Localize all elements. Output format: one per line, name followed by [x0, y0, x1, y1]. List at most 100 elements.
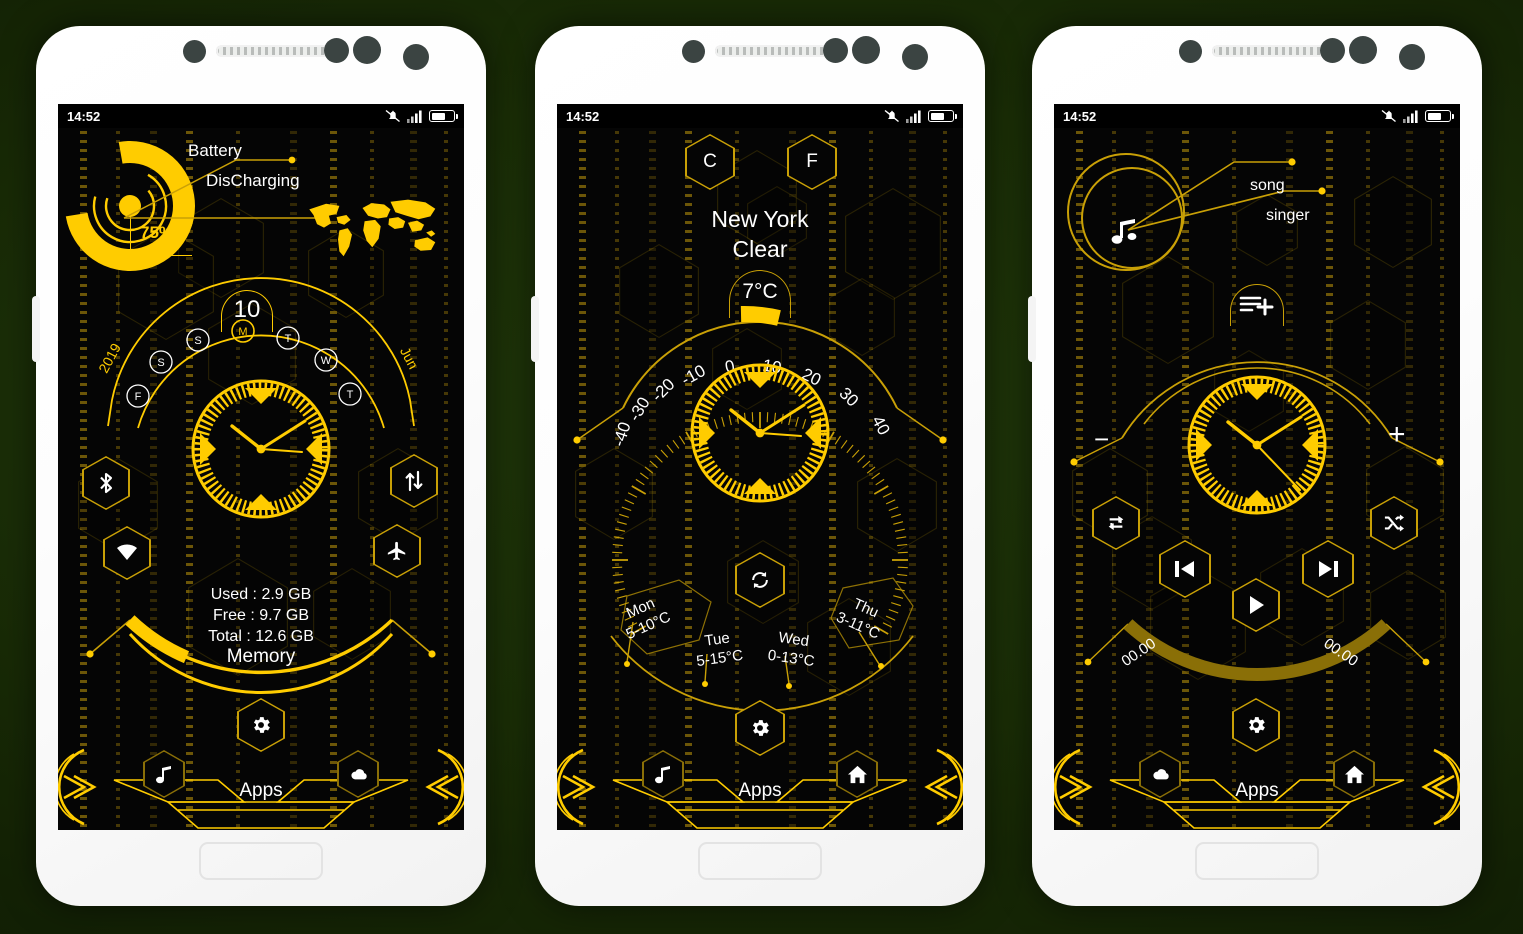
led-indicator-icon	[403, 44, 429, 70]
memory-free: Free : 9.7 GB	[212, 607, 310, 624]
led-indicator-icon	[1399, 44, 1425, 70]
gear-icon	[1248, 717, 1265, 733]
weather-shortcut[interactable]	[337, 750, 379, 798]
cloud-icon	[1153, 769, 1169, 780]
memory-label: Memory	[226, 646, 296, 667]
dock-right-arrow[interactable]	[1414, 768, 1454, 806]
mute-bell-icon	[884, 109, 899, 123]
skip-next-icon	[1319, 561, 1338, 577]
status-bar-2: 14:52	[557, 104, 963, 128]
gear-icon	[253, 717, 270, 733]
repeat-button[interactable]	[1092, 496, 1140, 550]
wifi-icon	[117, 544, 137, 560]
phone-side-button[interactable]	[32, 296, 40, 362]
phone-music: 14:52 song singer − + 00.00 00.00 Apps	[1028, 26, 1482, 906]
svg-text:W: W	[321, 355, 332, 367]
earpiece-speaker	[216, 45, 330, 57]
wallpaper-showcase: 14:52 75% Battery DisCharging 10 2019 Ju…	[0, 0, 1523, 934]
apps-label[interactable]: Apps	[1235, 780, 1278, 802]
svg-text:M: M	[238, 326, 247, 338]
home-canvas-3: song singer − + 00.00 00.00 Apps	[1054, 128, 1460, 830]
phone-side-button[interactable]	[1028, 296, 1036, 362]
proximity-sensor-icon	[823, 38, 848, 63]
airplane-toggle[interactable]	[373, 524, 421, 578]
battery-icon	[1425, 110, 1454, 122]
apps-label[interactable]: Apps	[738, 780, 781, 802]
music-note-icon	[155, 765, 171, 783]
bluetooth-icon	[100, 472, 113, 494]
forecast-day-1: Tue 5-15°C	[693, 627, 745, 671]
bluetooth-toggle[interactable]	[82, 456, 130, 510]
proximity-sensor-icon	[1320, 38, 1345, 63]
screen-2: 14:52 C F New York Clear 7°C -40 -30 -20…	[557, 104, 963, 830]
song-title: song	[1250, 177, 1285, 194]
front-camera-icon	[183, 40, 206, 63]
svg-text:S: S	[157, 357, 164, 369]
status-time: 14:52	[566, 108, 600, 124]
skip-previous-icon	[1175, 561, 1194, 577]
now-playing-callouts	[1127, 158, 1326, 231]
play-icon	[1250, 596, 1264, 614]
cloud-icon	[351, 769, 367, 780]
shuffle-button[interactable]	[1370, 496, 1418, 550]
refresh-icon	[752, 571, 768, 589]
gear-icon	[752, 720, 769, 736]
world-map	[309, 199, 436, 257]
svg-text:T: T	[347, 389, 354, 401]
phone-side-button[interactable]	[531, 296, 539, 362]
battery-label: Battery	[188, 141, 242, 160]
unit-celsius-label: C	[703, 151, 717, 172]
light-sensor-icon	[353, 36, 381, 64]
data-toggle[interactable]	[390, 454, 438, 508]
analog-clock[interactable]	[1182, 370, 1332, 520]
unit-fahrenheit-label: F	[806, 151, 818, 172]
unit-fahrenheit-button[interactable]: F	[787, 134, 837, 190]
analog-clock[interactable]	[186, 374, 336, 524]
memory-used: Used : 2.9 GB	[210, 586, 312, 603]
weather-shortcut[interactable]	[1139, 750, 1181, 798]
light-sensor-icon	[1349, 36, 1377, 64]
music-shortcut[interactable]	[642, 750, 684, 798]
phone-weather: 14:52 C F New York Clear 7°C -40 -30 -20…	[531, 26, 985, 906]
memory-total: Total : 12.6 GB	[208, 628, 314, 645]
unit-celsius-button[interactable]: C	[685, 134, 735, 190]
shuffle-icon	[1384, 514, 1404, 532]
signal-bars-icon	[906, 110, 921, 123]
light-sensor-icon	[852, 36, 880, 64]
home-shortcut[interactable]	[1333, 750, 1375, 798]
weather-city: New York	[711, 206, 809, 232]
svg-text:F: F	[135, 391, 142, 403]
music-note-icon	[654, 765, 670, 783]
front-camera-icon	[1179, 40, 1202, 63]
music-shortcut[interactable]	[143, 750, 185, 798]
dock-right-arrow[interactable]	[917, 768, 957, 806]
dock-left-arrow[interactable]	[64, 768, 104, 806]
repeat-icon	[1108, 515, 1124, 531]
volume-down-button[interactable]: −	[1094, 424, 1109, 455]
home-button[interactable]	[199, 842, 323, 880]
analog-clock[interactable]	[685, 358, 835, 508]
front-camera-icon	[682, 40, 705, 63]
playlist-add-icon[interactable]	[1239, 294, 1274, 318]
home-button[interactable]	[1195, 842, 1319, 880]
svg-text:S: S	[194, 335, 201, 347]
volume-up-button[interactable]: +	[1388, 418, 1406, 452]
home-button[interactable]	[698, 842, 822, 880]
battery-state-label: DisCharging	[206, 171, 300, 190]
dock-left-arrow[interactable]	[563, 768, 603, 806]
song-artist: singer	[1266, 207, 1310, 224]
signal-bars-icon	[407, 110, 422, 123]
home-shortcut[interactable]	[836, 750, 878, 798]
status-bar-3: 14:52	[1054, 104, 1460, 128]
dock-left-arrow[interactable]	[1060, 768, 1100, 806]
apps-label[interactable]: Apps	[239, 780, 282, 802]
mute-bell-icon	[1381, 109, 1396, 123]
airplane-icon	[387, 541, 406, 561]
battery-icon	[928, 110, 957, 122]
earpiece-speaker	[715, 45, 829, 57]
home-canvas-1: 75% Battery DisCharging 10 2019 Jun F S …	[58, 128, 464, 830]
dock-3: Apps	[1054, 744, 1460, 830]
dock-right-arrow[interactable]	[418, 768, 458, 806]
phone-battery-clock: 14:52 75% Battery DisCharging 10 2019 Ju…	[32, 26, 486, 906]
wifi-toggle[interactable]	[103, 526, 151, 580]
